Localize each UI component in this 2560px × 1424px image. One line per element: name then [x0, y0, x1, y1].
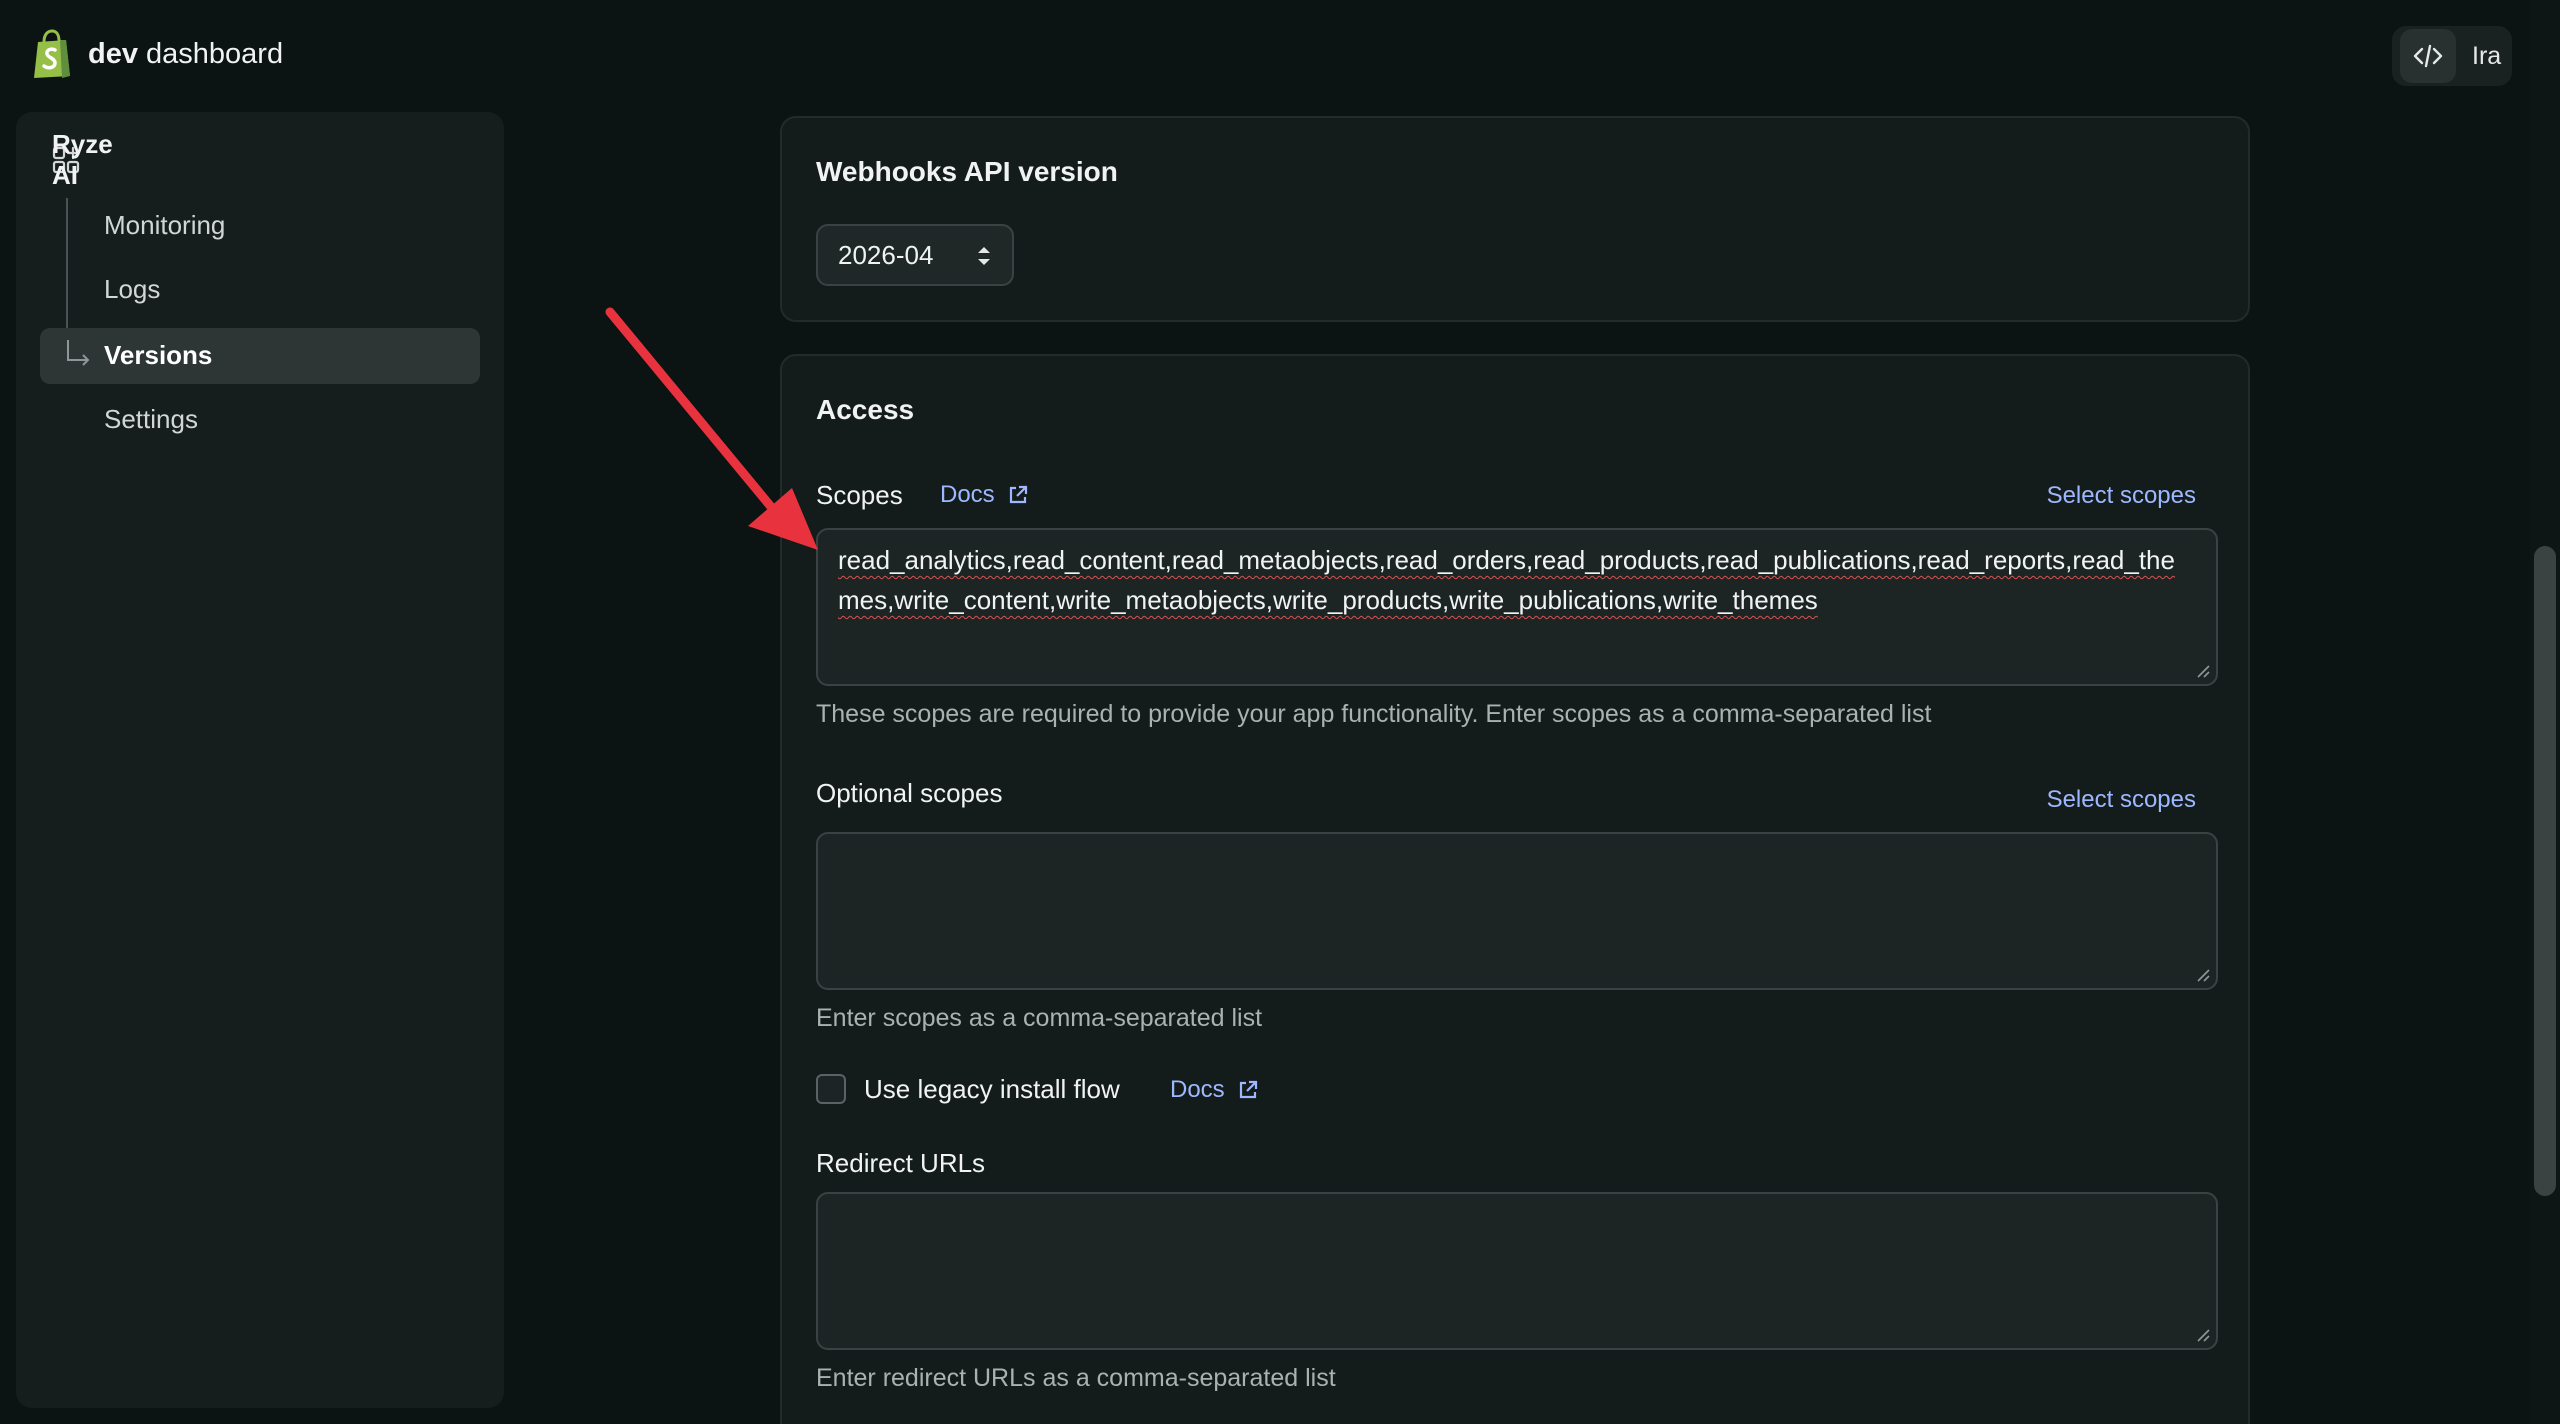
- legacy-install-checkbox[interactable]: [816, 1074, 846, 1104]
- sidebar-app-header[interactable]: Ryze AI: [52, 129, 113, 190]
- access-card: Access Scopes Docs Select scopes read_an…: [780, 354, 2250, 1424]
- redirect-urls-label: Redirect URLs: [816, 1148, 986, 1178]
- sidebar-item-settings[interactable]: Settings: [104, 404, 198, 435]
- resize-handle-icon[interactable]: [2196, 1328, 2210, 1342]
- webhooks-title: Webhooks API version: [816, 156, 1118, 187]
- sidebar-item-versions-label: Versions: [104, 340, 213, 370]
- optional-scopes-help-text: Enter scopes as a comma-separated list: [816, 1004, 1263, 1032]
- resize-handle-icon[interactable]: [2196, 968, 2210, 982]
- tree-branch-icon: [67, 340, 90, 366]
- legacy-docs-label: Docs: [1170, 1076, 1225, 1103]
- scrollbar-thumb[interactable]: [2534, 546, 2556, 1196]
- webhooks-version-value: 2026-04: [838, 239, 934, 270]
- external-link-icon: [1239, 1080, 1257, 1099]
- scopes-help-text: These scopes are required to provide you…: [816, 700, 1932, 728]
- brand-title: dev dashboard: [88, 37, 284, 70]
- scopes-docs-link[interactable]: Docs: [940, 481, 1029, 509]
- scopes-docs-label: Docs: [940, 481, 995, 508]
- redirect-urls-textarea[interactable]: [816, 1192, 2218, 1350]
- redirect-urls-help-text: Enter redirect URLs as a comma-separated…: [816, 1364, 1336, 1392]
- webhooks-version-select[interactable]: 2026-04: [816, 224, 1014, 286]
- shopify-bag-icon: [34, 29, 70, 78]
- code-icon: [2413, 44, 2443, 68]
- sidebar-app-name: Ryze AI: [52, 129, 113, 190]
- sidebar-item-monitoring[interactable]: Monitoring: [104, 210, 225, 241]
- resize-handle-icon[interactable]: [2196, 664, 2210, 678]
- optional-scopes-textarea[interactable]: [816, 832, 2218, 990]
- user-menu[interactable]: Ira: [2392, 26, 2512, 86]
- dev-tools-button[interactable]: [2400, 29, 2456, 83]
- legacy-docs-link[interactable]: Docs: [1170, 1076, 1259, 1104]
- brand[interactable]: dev dashboard: [30, 28, 283, 80]
- scopes-label: Scopes: [816, 480, 903, 510]
- select-arrows-icon: [978, 247, 990, 265]
- scopes-value: read_analytics,read_content,read_metaobj…: [838, 545, 2175, 615]
- legacy-install-label[interactable]: Use legacy install flow: [864, 1074, 1120, 1105]
- user-name: Ira: [2472, 41, 2502, 70]
- optional-select-scopes-button[interactable]: Select scopes: [2047, 786, 2196, 814]
- scopes-textarea[interactable]: read_analytics,read_content,read_metaobj…: [816, 528, 2218, 686]
- external-link-icon: [1009, 485, 1027, 504]
- webhooks-card: Webhooks API version 2026-04: [780, 116, 2250, 322]
- sidebar: Ryze AI Monitoring Logs Versions Setting…: [16, 112, 504, 1408]
- access-title: Access: [816, 394, 915, 425]
- top-bar: dev dashboard Ira: [0, 0, 2560, 112]
- page-scrollbar[interactable]: [2530, 0, 2560, 1424]
- select-scopes-button[interactable]: Select scopes: [2047, 482, 2196, 510]
- optional-scopes-label: Optional scopes: [816, 778, 1003, 808]
- sidebar-item-logs[interactable]: Logs: [104, 274, 160, 305]
